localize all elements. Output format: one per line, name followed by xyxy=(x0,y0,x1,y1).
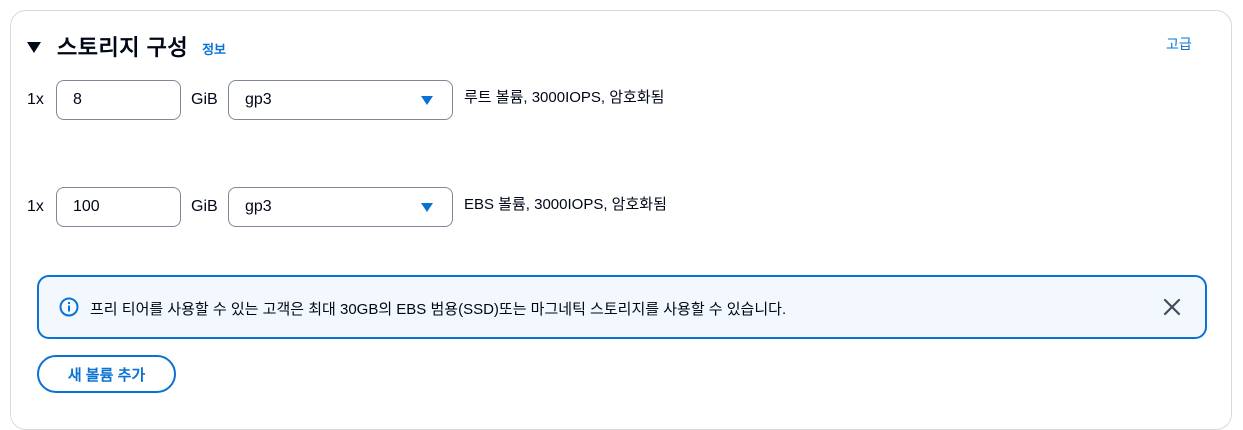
info-circle-icon xyxy=(59,297,79,317)
volume-description: EBS 볼륨, 3000IOPS, 암호화됨 xyxy=(464,195,667,213)
volume-count: 1x xyxy=(27,198,44,215)
free-tier-alert: 프리 티어를 사용할 수 있는 고객은 최대 30GB의 EBS 범용(SSD)… xyxy=(37,275,1207,339)
close-icon[interactable] xyxy=(1161,296,1183,318)
chevron-down-icon xyxy=(421,96,433,105)
volume-type-value: gp3 xyxy=(245,198,272,215)
info-link[interactable]: 정보 xyxy=(202,39,226,58)
alert-message: 프리 티어를 사용할 수 있는 고객은 최대 30GB의 EBS 범용(SSD)… xyxy=(90,301,787,318)
chevron-down-icon xyxy=(421,203,433,212)
volume-description: 루트 볼륨, 3000IOPS, 암호화됨 xyxy=(464,88,665,106)
add-volume-button[interactable]: 새 볼륨 추가 xyxy=(37,355,176,393)
volume-count: 1x xyxy=(27,91,44,108)
caret-down-icon[interactable] xyxy=(27,41,41,53)
volume-type-select[interactable]: gp3 xyxy=(228,187,453,227)
volume-type-select[interactable]: gp3 xyxy=(228,80,453,120)
volume-unit: GiB xyxy=(191,91,218,108)
volume-row-ebs: 1x GiB gp3 EBS 볼륨, 3000IOPS, 암호화됨 xyxy=(27,187,667,227)
volume-size-input[interactable] xyxy=(56,80,181,120)
volume-unit: GiB xyxy=(191,198,218,215)
section-title: 스토리지 구성 xyxy=(57,35,189,60)
advanced-link[interactable]: 고급 xyxy=(1166,34,1192,54)
section-header: 스토리지 구성 정보 xyxy=(27,30,226,62)
volume-type-value: gp3 xyxy=(245,91,272,108)
volume-row-root: 1x GiB gp3 루트 볼륨, 3000IOPS, 암호화됨 xyxy=(27,80,664,120)
volume-size-input[interactable] xyxy=(56,187,181,227)
